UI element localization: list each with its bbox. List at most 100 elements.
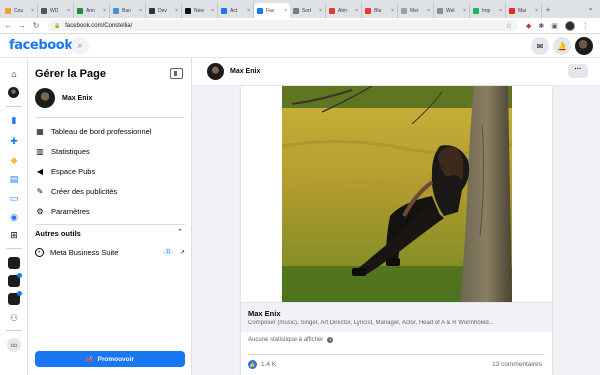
puzzle-icon[interactable]: ✱ [538, 22, 544, 30]
pages-icon[interactable]: ▤ [7, 172, 21, 186]
browser-tab[interactable]: Sort × [290, 3, 326, 18]
forward-icon[interactable]: → [16, 21, 28, 30]
menu-item-dashboard[interactable]: ▦ Tableau de bord professionnel [35, 122, 185, 140]
close-tab-icon[interactable]: × [319, 8, 322, 14]
ads-manager-icon[interactable]: ◉ [7, 210, 21, 224]
chevron-up-icon[interactable]: ⌃ [177, 228, 183, 236]
page-identity[interactable]: Max Enix [35, 88, 92, 108]
tab-label: Sort [302, 7, 312, 14]
menu-item-statistics[interactable]: ▥ Statistiques [35, 142, 185, 160]
tab-favicon-icon [293, 7, 299, 14]
tools-icon[interactable]: ✚ [7, 134, 21, 148]
panel-divider [35, 117, 185, 118]
close-tab-icon[interactable]: × [427, 8, 430, 14]
lock-icon: 🔒 [54, 22, 61, 29]
messenger-icon[interactable]: ✉ [531, 37, 549, 55]
page-avatar-icon[interactable] [8, 87, 19, 98]
close-tab-icon[interactable]: × [103, 8, 106, 14]
extension-icon[interactable]: ◆ [526, 22, 531, 30]
header-avatar[interactable] [207, 63, 224, 80]
link-icon[interactable]: ∞ [7, 338, 21, 352]
panel-title: Gérer la Page [35, 68, 106, 80]
browser-tab[interactable]: Atm × [326, 3, 362, 18]
like-icon: 👍 [248, 360, 257, 369]
comments-count[interactable]: 13 commentaires [492, 361, 542, 368]
search-icon[interactable]: ⌕ [71, 37, 89, 55]
tab-label: Imp [482, 7, 491, 14]
all-tools-grid-icon[interactable]: ⊞ [7, 228, 21, 242]
browser-tab[interactable]: Act × [218, 3, 254, 18]
browser-tab[interactable]: Dev × [146, 3, 182, 18]
close-tab-icon[interactable]: × [535, 8, 538, 14]
promote-button[interactable]: 📣 Promouvoir [35, 351, 185, 367]
post-subtitle: Composer (music), Singer, Art Director, … [248, 320, 494, 326]
pencil-icon: ✎ [36, 186, 44, 196]
new-tab-icon[interactable]: + [542, 3, 554, 18]
browser-tab[interactable]: Mer × [398, 3, 434, 18]
back-icon[interactable]: ← [2, 21, 14, 30]
insights-icon[interactable]: ▮ [7, 113, 21, 127]
reactions-summary[interactable]: 👍 1,4 K [248, 360, 276, 369]
menu-item-ads-space[interactable]: ◀ Espace Pubs [35, 162, 185, 180]
close-tab-icon[interactable]: × [463, 8, 466, 14]
close-tab-icon[interactable]: × [211, 8, 214, 14]
tab-favicon-icon [473, 7, 479, 14]
browser-tab[interactable]: New × [182, 3, 218, 18]
menu-item-label: Statistiques [51, 146, 90, 156]
browser-tab[interactable]: Cou × [2, 3, 38, 18]
bookmark-star-icon[interactable]: ☆ [506, 22, 512, 30]
rail-divider [6, 330, 22, 331]
header-page-name[interactable]: Max Enix [230, 68, 260, 75]
stats-text: Aucune statistique à afficher [248, 337, 324, 343]
browser-menu-icon[interactable]: ⋮ [582, 22, 589, 30]
menu-item-create-ads[interactable]: ✎ Créer des publicités [35, 182, 185, 200]
info-icon[interactable]: i [327, 337, 334, 343]
close-tab-icon[interactable]: × [391, 8, 394, 14]
megaphone-icon[interactable]: ◆ [7, 153, 21, 167]
tab-favicon-icon [221, 7, 227, 14]
home-icon[interactable]: ⌂ [7, 67, 21, 81]
url-text: facebook.com/Constellia/ [65, 22, 133, 29]
browser-tab[interactable]: Wel × [434, 3, 470, 18]
address-bar[interactable]: 🔒 facebook.com/Constellia/ ☆ [48, 20, 518, 31]
more-options-button[interactable]: ··· [568, 64, 588, 78]
notification-dot [17, 291, 22, 296]
browser-tab[interactable]: Ann × [74, 3, 110, 18]
browser-tab[interactable]: Bla × [362, 3, 398, 18]
photo-illustration [282, 86, 512, 302]
notifications-icon[interactable]: 🔔 [553, 37, 571, 55]
browser-tab[interactable]: Ban × [110, 3, 146, 18]
close-tab-icon[interactable]: × [139, 8, 142, 14]
browser-tab[interactable]: Mai × [506, 3, 542, 18]
post-photo[interactable] [282, 86, 512, 302]
account-avatar[interactable] [575, 37, 593, 55]
tab-favicon-icon [329, 7, 335, 14]
menu-item-meta-business-suite[interactable]: ◐ Meta Business Suite 11 ↗ [35, 243, 185, 261]
post-info-box[interactable]: Max Enix Composer (music), Singer, Art D… [241, 302, 552, 332]
post-title: Max Enix [248, 309, 281, 318]
close-tab-icon[interactable]: × [175, 8, 178, 14]
tab-label: Ban [122, 7, 131, 14]
close-tab-icon[interactable]: × [247, 8, 250, 14]
promote-label: Promouvoir [97, 355, 134, 363]
tab-label: Wel [446, 7, 455, 14]
tab-label: Mai [518, 7, 527, 14]
page-shortcut-icon[interactable] [8, 257, 20, 269]
browser-profile-avatar[interactable] [564, 20, 575, 31]
browser-tab[interactable]: Fac × [254, 3, 290, 18]
browser-tab[interactable]: Imp × [470, 3, 506, 18]
close-tab-icon[interactable]: × [355, 8, 358, 14]
collapse-panel-icon[interactable] [170, 68, 183, 79]
close-tab-icon[interactable]: × [284, 8, 287, 14]
people-icon[interactable]: ⚇ [7, 311, 21, 325]
menu-item-settings[interactable]: ⚙ Paramètres [35, 202, 185, 220]
close-tab-icon[interactable]: × [31, 8, 34, 14]
close-tab-icon[interactable]: × [67, 8, 70, 14]
browser-tab[interactable]: WD × [38, 3, 74, 18]
sidebar-icon[interactable]: ▣ [551, 22, 558, 30]
reload-icon[interactable]: ↻ [30, 21, 42, 30]
close-tab-icon[interactable]: × [499, 8, 502, 14]
tab-search-icon[interactable]: ⌄ [587, 3, 594, 12]
monitor-icon[interactable]: ▭ [7, 191, 21, 205]
facebook-logo[interactable]: facebook [9, 38, 73, 53]
